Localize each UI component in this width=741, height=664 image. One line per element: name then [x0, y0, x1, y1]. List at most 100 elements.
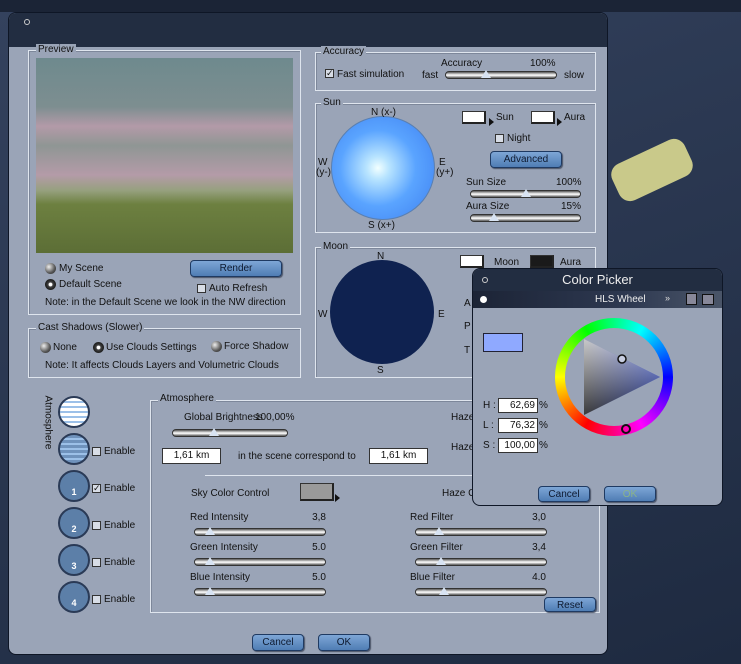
- lightness-input[interactable]: 76,32: [498, 418, 538, 433]
- cloud-layer-icon[interactable]: 4: [58, 581, 90, 613]
- circle-icon[interactable]: [24, 19, 30, 25]
- sliders_left-slider[interactable]: [194, 557, 326, 566]
- slider-thumb[interactable]: [488, 213, 499, 221]
- accuracy-value: 100%: [530, 58, 556, 69]
- sun-west-axis: (y-): [316, 167, 331, 178]
- correspond-label: in the scene correspond to: [238, 451, 356, 462]
- default-scene-label: Default Scene: [59, 279, 122, 290]
- haze-label-2: Haze: [451, 442, 475, 453]
- sliders_right-slider[interactable]: [415, 557, 547, 566]
- picker-cancel-button[interactable]: Cancel: [538, 486, 590, 502]
- layer-enable-checkbox[interactable]: [92, 521, 101, 530]
- layer-enable-checkbox[interactable]: [92, 595, 101, 604]
- slider-thumb[interactable]: [204, 587, 215, 595]
- layer-enable-checkbox[interactable]: [92, 558, 101, 567]
- cloud-layer-icon[interactable]: 1: [58, 470, 90, 502]
- saturation-input[interactable]: 100,00: [498, 438, 538, 453]
- cancel-button[interactable]: Cancel: [252, 634, 304, 651]
- cloud-layer-icon[interactable]: 3: [58, 544, 90, 576]
- aura-color-label: Aura: [564, 112, 586, 123]
- slider-label: Green Intensity: [190, 542, 258, 553]
- picker-ok-button[interactable]: OK: [604, 486, 656, 502]
- reset-button[interactable]: Reset: [544, 597, 596, 612]
- slow-label: slow: [564, 70, 585, 81]
- render-button[interactable]: Render: [190, 260, 282, 277]
- picker-mode-select[interactable]: HLS Wheel: [595, 294, 646, 305]
- slider-thumb[interactable]: [204, 527, 215, 535]
- global-brightness-label: Global Brightness: [184, 412, 263, 423]
- layer-number: 2: [71, 524, 77, 534]
- sun-position-sphere[interactable]: [331, 116, 435, 220]
- load-icon[interactable]: [702, 294, 714, 305]
- moon-north-label: N: [377, 251, 385, 262]
- sky-color-swatch[interactable]: [300, 483, 334, 501]
- moon-aura-color-swatch[interactable]: [530, 255, 554, 268]
- aura-size-slider[interactable]: [470, 213, 581, 222]
- atmosphere-layer-icon[interactable]: [58, 396, 90, 428]
- accuracy-slider[interactable]: [445, 70, 557, 79]
- auto-refresh-checkbox[interactable]: [197, 284, 206, 293]
- sun-color-swatch[interactable]: [462, 111, 486, 124]
- slider-thumb[interactable]: [436, 557, 447, 565]
- slider-value: 3,8: [312, 512, 326, 523]
- night-checkbox[interactable]: [495, 134, 504, 143]
- caret-right-icon[interactable]: [489, 118, 494, 126]
- km-input-2[interactable]: 1,61 km: [369, 448, 428, 464]
- cloud-layer-icon[interactable]: [58, 433, 90, 465]
- shadow-none-radio[interactable]: [40, 342, 51, 353]
- fast-label: fast: [422, 70, 439, 81]
- slider-thumb[interactable]: [434, 527, 444, 535]
- haze-color-label: Haze C: [442, 488, 476, 499]
- slider-label: Blue Intensity: [190, 572, 251, 583]
- atmosphere-side-label: Atmosphere: [42, 395, 54, 450]
- shadow-clouds-label: Use Clouds Settings: [106, 342, 197, 353]
- slider-thumb[interactable]: [481, 70, 491, 78]
- moon-color-label: Moon: [494, 257, 520, 268]
- sliders_left-slider[interactable]: [194, 527, 326, 536]
- moon-west-label: W: [318, 309, 328, 320]
- lightness-saturation-triangle[interactable]: [555, 318, 673, 436]
- slider-thumb[interactable]: [204, 557, 215, 565]
- my-scene-radio[interactable]: [45, 263, 56, 274]
- fast-simulation-checkbox[interactable]: ✓: [325, 69, 334, 78]
- sliders_left-slider[interactable]: [194, 587, 326, 596]
- sun-size-slider[interactable]: [470, 189, 581, 198]
- caret-right-icon[interactable]: [557, 118, 562, 126]
- advanced-button[interactable]: Advanced: [490, 151, 562, 168]
- hue-input[interactable]: 62,69: [498, 398, 538, 413]
- layer-enable-checkbox[interactable]: [92, 447, 101, 456]
- chevron-down-icon[interactable]: »: [665, 293, 670, 303]
- moon-position-sphere[interactable]: [330, 260, 434, 364]
- moon-phase-label-partial: P: [464, 321, 471, 332]
- caret-right-icon[interactable]: [335, 494, 340, 502]
- save-icon[interactable]: [686, 293, 697, 305]
- shadow-clouds-radio[interactable]: [93, 342, 104, 353]
- moon-aura-label: Aura: [560, 257, 582, 268]
- sliders_right-slider[interactable]: [415, 527, 547, 536]
- aura-color-swatch[interactable]: [531, 111, 555, 124]
- layer-enable-checkbox[interactable]: ✓: [92, 484, 101, 493]
- slider-thumb[interactable]: [520, 189, 531, 197]
- layer-enable-label: Enable: [104, 594, 136, 605]
- global-brightness-slider[interactable]: [172, 428, 288, 437]
- slider-thumb[interactable]: [438, 587, 449, 595]
- cloud-layer-icon[interactable]: 2: [58, 507, 90, 539]
- haze-label-1: Haze: [451, 412, 475, 423]
- shadows-note: Note: It affects Clouds Layers and Volum…: [45, 360, 279, 371]
- moon-east-label: E: [438, 309, 445, 320]
- aura-size-value: 15%: [561, 201, 582, 212]
- layer-enable-label: Enable: [104, 483, 136, 494]
- km-input-1[interactable]: 1,61 km: [162, 448, 221, 464]
- shadow-force-radio[interactable]: [211, 341, 222, 352]
- moon-aura-label-partial: A: [464, 298, 471, 309]
- moon-color-swatch[interactable]: [460, 255, 484, 268]
- default-scene-radio[interactable]: [45, 279, 56, 290]
- slider-thumb[interactable]: [209, 428, 220, 436]
- sliders_right-slider[interactable]: [415, 587, 547, 596]
- current-color-swatch: [483, 333, 523, 352]
- slider-label: Blue Filter: [410, 572, 456, 583]
- percent-label: %: [539, 440, 548, 451]
- ok-button[interactable]: OK: [318, 634, 370, 651]
- sun-legend: Sun: [321, 97, 343, 108]
- dialog-titlebar[interactable]: [9, 13, 607, 47]
